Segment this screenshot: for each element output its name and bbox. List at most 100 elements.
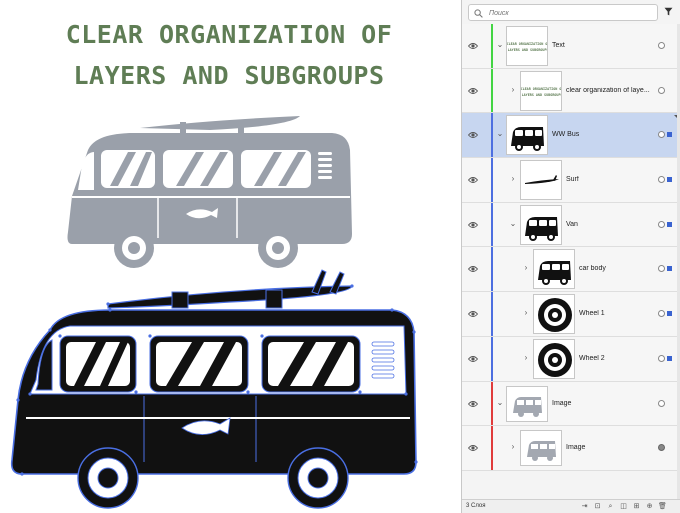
layer-row[interactable]: › CLEAR ORGANIZATION OF LAYERS AND SUBGROU… — [462, 68, 680, 114]
selection-indicator[interactable] — [667, 311, 672, 317]
visibility-eye-icon[interactable] — [468, 87, 478, 95]
visibility-eye-icon[interactable] — [468, 265, 478, 273]
layer-row[interactable]: ⌄ WW Bus — [462, 113, 680, 159]
layer-thumbnail — [520, 204, 562, 245]
layer-thumbnail: CLEAR ORGANIZATION OF LAYERS AND SUBGROUP… — [520, 70, 562, 111]
layer-color-bar — [491, 292, 493, 336]
chevron-right-icon[interactable]: › — [509, 85, 517, 94]
layer-row[interactable]: › car body — [462, 247, 680, 293]
chevron-down-icon[interactable]: ⌄ — [509, 219, 517, 228]
layers-panel: ⌄CLEAR ORGANIZATION OFLAYERS AND SUBGROU… — [461, 0, 680, 513]
layer-color-bar — [491, 113, 493, 158]
layer-color-bar — [491, 247, 493, 292]
chevron-right-icon[interactable]: › — [509, 174, 517, 183]
thumb-text-1: CLEAR ORGANIZATION OF — [507, 42, 548, 46]
search-icon — [474, 9, 483, 18]
selection-indicator[interactable] — [667, 221, 672, 227]
layer-color-bar — [491, 158, 493, 202]
chevron-right-icon[interactable]: › — [522, 308, 530, 317]
gray-van-image[interactable] — [67, 116, 353, 268]
target-circle-icon[interactable] — [658, 131, 665, 139]
collect-icon[interactable]: ⊡ — [593, 502, 602, 511]
target-circle-icon[interactable] — [658, 354, 665, 362]
target-circle-icon[interactable] — [658, 86, 665, 94]
search-box[interactable] — [468, 4, 658, 21]
layer-color-bar — [491, 336, 493, 381]
export-icon[interactable]: ⇥ — [580, 502, 589, 511]
clipping-mask-icon[interactable]: ◫ — [619, 502, 628, 511]
target-circle-icon[interactable] — [658, 265, 665, 273]
layer-row[interactable]: › Wheel 1 — [462, 292, 680, 337]
layers-panel-footer: 3 Слоя ⇥ ⊡ ⌕ ◫ ⊞ ⊕ 🗑 — [462, 499, 680, 513]
layer-name[interactable]: Image — [552, 400, 654, 407]
visibility-eye-icon[interactable] — [468, 355, 478, 363]
chevron-down-icon[interactable]: ⌄ — [496, 129, 504, 138]
new-layer-icon[interactable]: ⊕ — [645, 502, 654, 511]
search-input[interactable] — [489, 7, 649, 19]
visibility-eye-icon[interactable] — [468, 444, 478, 452]
footer-toolbar: ⇥ ⊡ ⌕ ◫ ⊞ ⊕ 🗑 — [580, 502, 667, 511]
visibility-eye-icon[interactable] — [468, 221, 478, 229]
vector-wheel-2[interactable] — [287, 447, 349, 509]
locate-object-icon[interactable]: ⌕ — [606, 502, 615, 511]
layer-row[interactable]: › Wheel 2 — [462, 336, 680, 382]
selection-indicator[interactable] — [667, 355, 672, 361]
layer-row[interactable]: › Image — [462, 426, 680, 471]
artwork — [10, 116, 418, 509]
layer-name[interactable]: Van — [566, 221, 654, 228]
layer-color-bar — [491, 24, 493, 68]
visibility-eye-icon[interactable] — [468, 131, 478, 139]
layer-name[interactable]: Surf — [566, 176, 654, 183]
visibility-eye-icon[interactable] — [468, 400, 478, 408]
layer-thumbnail — [533, 338, 575, 379]
layer-color-bar — [491, 68, 493, 113]
layer-name[interactable]: clear organization of laye... — [566, 87, 654, 94]
thumb-text-1: CLEAR ORGANIZATION OF — [521, 87, 562, 91]
new-sublayer-icon[interactable]: ⊞ — [632, 502, 641, 511]
filter-icon[interactable] — [664, 7, 673, 16]
vector-van[interactable] — [10, 269, 418, 509]
layer-thumbnail — [533, 294, 575, 335]
target-circle-icon[interactable] — [658, 176, 665, 184]
layer-thumbnail — [520, 430, 562, 467]
thumb-text-2: LAYERS AND SUBGROUPS — [508, 48, 548, 52]
layer-name[interactable]: Text — [552, 42, 654, 49]
chevron-right-icon[interactable]: › — [522, 353, 530, 362]
layer-thumbnail — [520, 160, 562, 201]
visibility-eye-icon[interactable] — [468, 310, 478, 318]
visibility-eye-icon[interactable] — [468, 42, 478, 50]
selection-indicator[interactable] — [667, 132, 672, 138]
selection-indicator[interactable] — [667, 177, 672, 183]
layer-color-bar — [491, 381, 493, 426]
delete-layer-icon[interactable]: 🗑 — [658, 502, 667, 511]
chevron-down-icon[interactable]: ⌄ — [496, 40, 504, 49]
layer-count: 3 Слоя — [466, 503, 486, 509]
target-circle-icon[interactable] — [658, 220, 665, 228]
thumb-text-2: LAYERS AND SUBGROUPS — [522, 93, 562, 97]
vector-wheel-1[interactable] — [77, 447, 139, 509]
layer-row[interactable]: ⌄ Van — [462, 202, 680, 248]
layer-name[interactable]: car body — [579, 265, 654, 272]
layer-color-bar — [491, 426, 493, 470]
visibility-eye-icon[interactable] — [468, 176, 478, 184]
layer-row[interactable]: ⌄ Image — [462, 381, 680, 427]
target-circle-icon[interactable] — [658, 310, 665, 318]
layer-name[interactable]: WW Bus — [552, 131, 654, 138]
selection-indicator[interactable] — [667, 266, 672, 272]
layer-row[interactable]: ⌄ CLEAR ORGANIZATION OF LAYERS AND SUBGROU… — [462, 24, 680, 69]
chevron-right-icon[interactable]: › — [509, 442, 517, 451]
target-circle-icon[interactable] — [658, 42, 665, 49]
target-circle-icon[interactable] — [658, 444, 665, 452]
layer-thumbnail — [506, 385, 548, 422]
layer-row[interactable]: › Surf — [462, 158, 680, 203]
layer-color-bar — [491, 202, 493, 247]
layer-name[interactable]: Image — [566, 444, 654, 451]
layer-name[interactable]: Wheel 2 — [579, 355, 654, 362]
chevron-down-icon[interactable]: ⌄ — [496, 398, 504, 407]
target-circle-icon[interactable] — [658, 399, 665, 407]
layer-thumbnail — [506, 115, 548, 156]
layer-thumbnail: CLEAR ORGANIZATION OF LAYERS AND SUBGROUP… — [506, 26, 548, 66]
chevron-right-icon[interactable]: › — [522, 263, 530, 272]
layer-name[interactable]: Wheel 1 — [579, 310, 654, 317]
artboard-canvas[interactable]: CLEAR ORGANIZATION OF LAYERS AND SUBGROU… — [0, 0, 458, 513]
